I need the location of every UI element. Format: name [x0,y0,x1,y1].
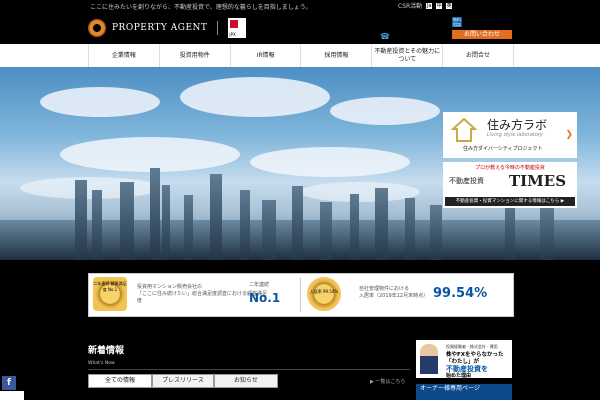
lang-ja[interactable]: Ja [426,2,433,9]
times-kicker: プロが教える今時の不動産投資 [475,165,545,171]
company-logo[interactable]: PROPERTY AGENT JPX [88,18,247,38]
nav-item-company[interactable]: 企業情報 [88,44,159,67]
lang-en[interactable]: 英 [446,2,453,9]
ad-line4: 始めた理由 [446,373,472,379]
no1-value: No.1 [249,291,281,305]
free-consult-badge[interactable]: 無料相談 [452,17,462,27]
phone-icon: ☎ [380,32,390,41]
times-title: TIMES [509,172,567,190]
lab-subtitle: Living style laboratory [487,132,543,138]
lab-title: 住み方ラボ [487,118,548,132]
times-link-bar: 不動産投資・投資マンションに関する情報はこちら ▶ [445,197,575,206]
news-divider [88,369,410,370]
tab-press[interactable]: プレスリリース [152,374,214,388]
laurel-medal-icon: 二年連続 顧客満足度 No.1 [93,277,127,311]
main-nav: 企業情報 投資用物件 IR情報 採用情報 不動産投資とその魅力について お問合せ [0,44,600,68]
nav-item-recruit[interactable]: 採用情報 [300,44,371,67]
sumikata-lab-banner[interactable]: 住み方ラボ Living style laboratory 住み方ダイバーシティ… [443,112,577,158]
chevron-right-icon: ❯ [565,130,573,140]
ad-line3: 不動産投資を [446,365,488,373]
occupancy-text: 自社管理物件における 入居率（2019年12月末時点） [359,286,429,299]
news-tabs: 全ての情報 プレスリリース お知らせ [88,374,278,388]
lang-zh[interactable]: 中 [436,2,443,9]
two-years-label: 二年連続 [249,282,270,288]
ad-small-text: 投資経験者 · 株式会社 · 運用 [446,344,498,349]
news-subtitle: What's New [88,361,115,366]
ad-line1: 株やFXをやらなかった [446,352,504,358]
csr-link[interactable]: CSR活動 [398,1,422,10]
jpx-logo-icon: JPX [228,18,247,38]
person-image [420,344,438,374]
tab-notice[interactable]: お知らせ [214,374,278,388]
news-title: 新着情報 [88,346,125,356]
top-bar: ここに住みたいを創りながら、不動産投資で、理想的な暮らしを目指しましょう。 CS… [0,0,600,12]
occupancy-rate: 99.54% [433,286,488,301]
owner-page-button[interactable]: オーナー様専用ページ [416,384,512,400]
nav-item-investment[interactable]: 不動産投資とその魅力について [371,44,442,67]
investment-times-banner[interactable]: プロが教える今時の不動産投資 不動産投資 TIMES 不動産投資・投資マンション… [443,162,577,208]
contact-button[interactable]: お問い合わせ [452,30,512,39]
logo-mark-icon [88,19,106,37]
facebook-icon[interactable]: f [2,376,16,390]
social-box [0,391,24,400]
tab-all[interactable]: 全ての情報 [88,374,152,388]
header: PROPERTY AGENT JPX ☎ [0,12,600,44]
times-label: 不動産投資 [449,177,484,185]
achievement-banner[interactable]: 二年連続 顧客満足度 No.1 投資用マンション販売会社の 「ここに住み続けたい… [88,273,514,317]
logo-divider [217,21,219,35]
owner-story-ad[interactable]: 投資経験者 · 株式会社 · 運用 株やFXをやらなかった 「わたし」が 不動産… [416,340,512,379]
nav-item-contact[interactable]: お問合せ [442,44,514,67]
banner-divider [300,278,301,312]
top-links: CSR活動 Ja 中 英 [398,1,453,10]
lab-project: 住み方ダイバーシティプロジェクト [463,146,543,152]
company-name: PROPERTY AGENT [112,23,208,33]
occupancy-medal-icon: 入居率 99.54% [307,277,341,311]
tagline: ここに住みたいを創りながら、不動産投資で、理想的な暮らしを目指しましょう。 [90,4,312,11]
news-list-link[interactable]: ▶ 一覧はこちら [370,378,405,385]
nav-item-properties[interactable]: 投資用物件 [158,44,230,67]
satisfaction-text: 投資用マンション販売会社の 「ここに住み続けたい」総合満足度調査における顧客満足… [137,284,268,304]
house-icon [451,117,477,142]
nav-item-ir[interactable]: IR情報 [229,44,301,67]
